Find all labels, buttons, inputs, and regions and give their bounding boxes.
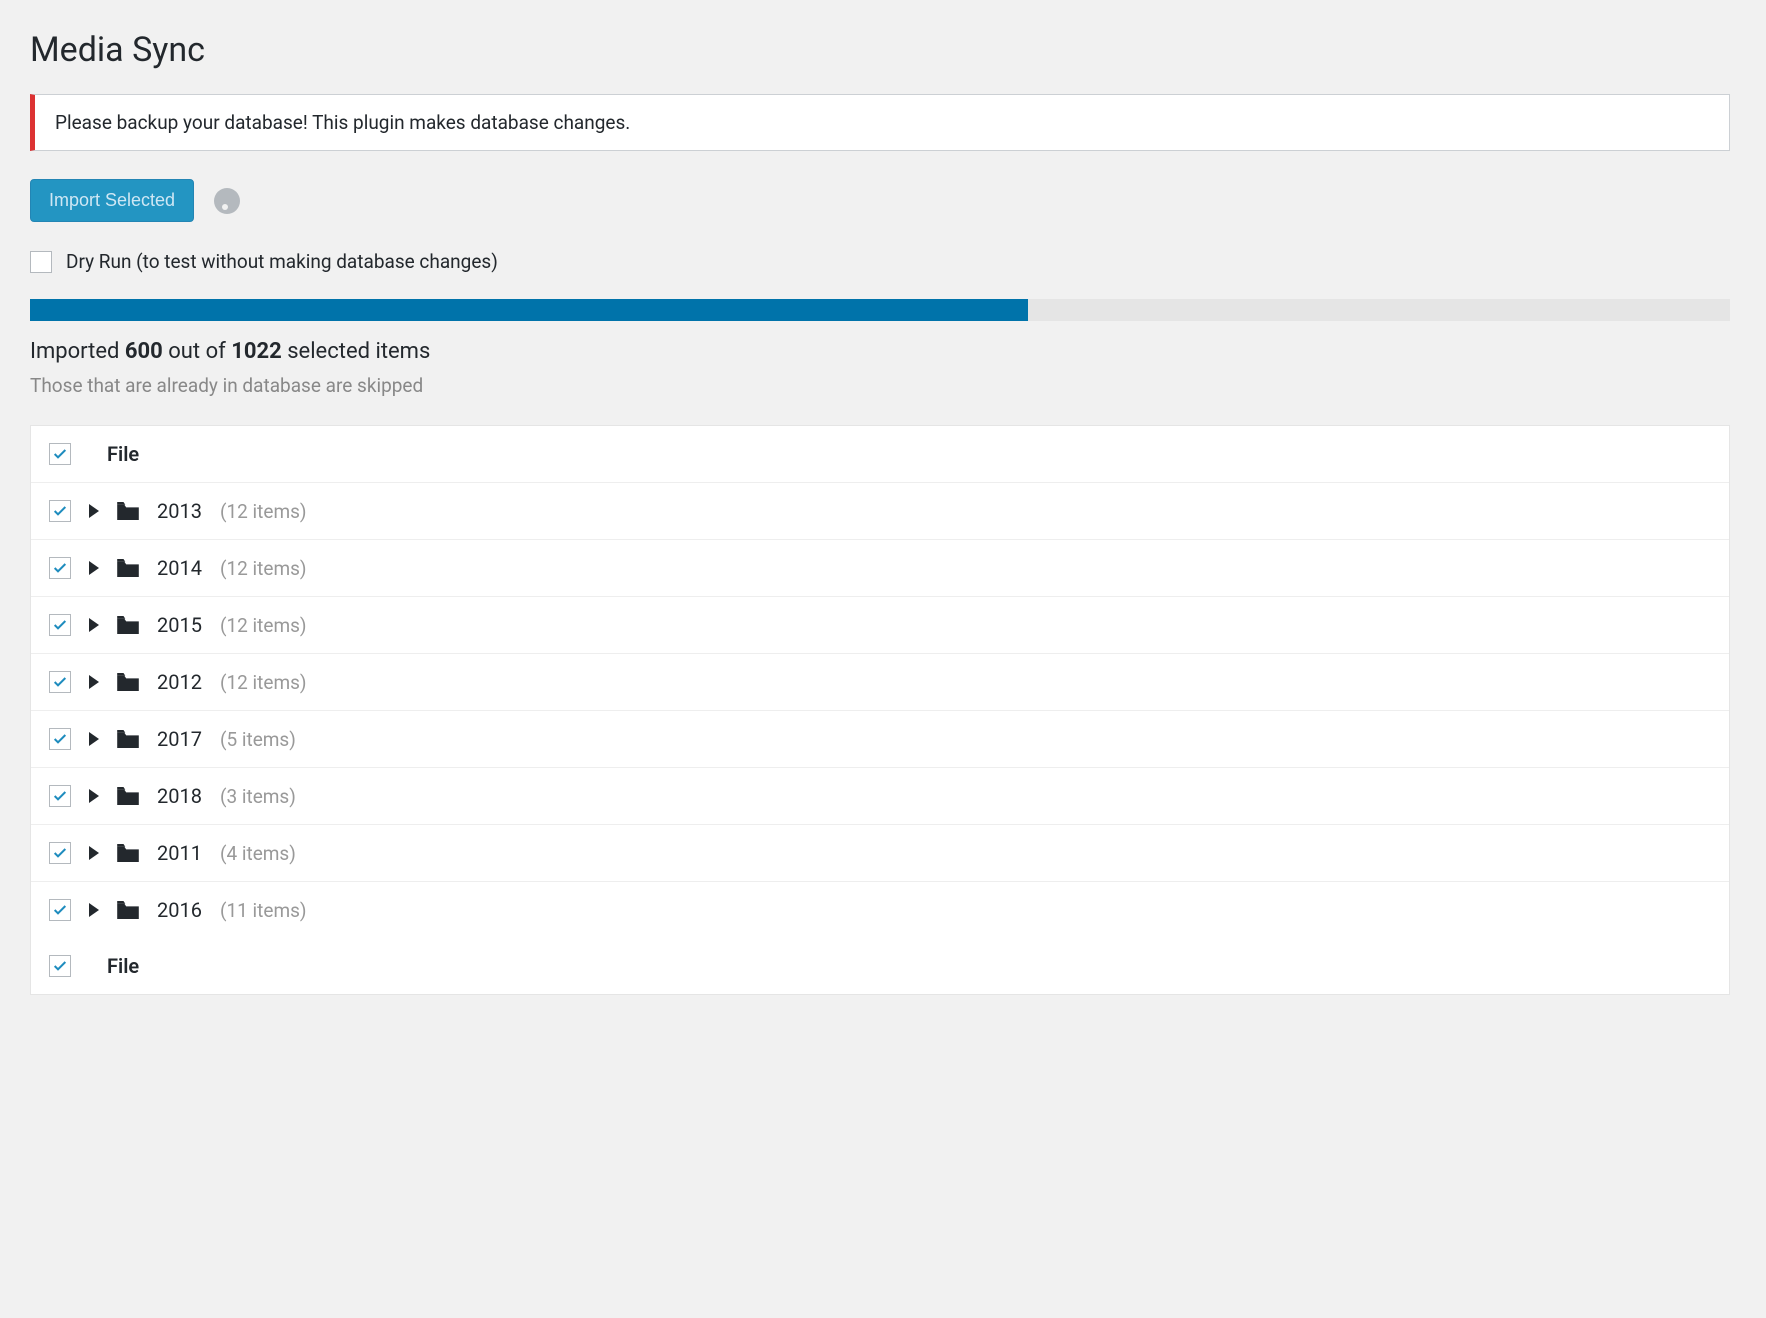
expand-icon[interactable] — [89, 789, 99, 803]
folder-icon — [117, 844, 139, 862]
item-count: (12 items) — [220, 614, 307, 637]
folder-icon — [117, 787, 139, 805]
table-footer: File — [31, 938, 1729, 994]
item-count: (4 items) — [220, 842, 296, 865]
table-row: 2016 (11 items) — [31, 882, 1729, 938]
item-count: (5 items) — [220, 728, 296, 751]
row-checkbox[interactable] — [49, 557, 71, 579]
file-table: File 2013 (12 items) 2014 (12 items) 2015 (12… — [30, 425, 1730, 995]
expand-icon[interactable] — [89, 732, 99, 746]
row-checkbox[interactable] — [49, 842, 71, 864]
folder-icon — [117, 616, 139, 634]
table-row: 2012 (12 items) — [31, 654, 1729, 711]
table-row: 2011 (4 items) — [31, 825, 1729, 882]
folder-name: 2012 — [157, 670, 202, 694]
row-checkbox[interactable] — [49, 500, 71, 522]
row-checkbox[interactable] — [49, 785, 71, 807]
item-count: (3 items) — [220, 785, 296, 808]
folder-name: 2016 — [157, 898, 202, 922]
folder-name: 2011 — [157, 841, 202, 865]
folder-name: 2018 — [157, 784, 202, 808]
status-prefix: Imported — [30, 339, 125, 364]
progress-status: Imported 600 out of 1022 selected items — [30, 339, 1730, 364]
expand-icon[interactable] — [89, 675, 99, 689]
page-title: Media Sync — [30, 30, 1730, 70]
dry-run-checkbox[interactable] — [30, 251, 52, 273]
progress-bar — [30, 299, 1730, 321]
row-checkbox[interactable] — [49, 614, 71, 636]
header-file-label: File — [107, 442, 139, 466]
row-checkbox[interactable] — [49, 728, 71, 750]
folder-icon — [117, 901, 139, 919]
folder-icon — [117, 730, 139, 748]
row-checkbox[interactable] — [49, 671, 71, 693]
select-all-footer-checkbox[interactable] — [49, 955, 71, 977]
skip-note: Those that are already in database are s… — [30, 374, 1730, 397]
footer-file-label: File — [107, 954, 139, 978]
status-mid: out of — [163, 339, 231, 364]
folder-name: 2015 — [157, 613, 202, 637]
row-checkbox[interactable] — [49, 899, 71, 921]
expand-icon[interactable] — [89, 618, 99, 632]
table-row: 2018 (3 items) — [31, 768, 1729, 825]
item-count: (12 items) — [220, 671, 307, 694]
folder-icon — [117, 673, 139, 691]
warning-notice: Please backup your database! This plugin… — [30, 94, 1730, 151]
folder-name: 2013 — [157, 499, 202, 523]
imported-count: 600 — [125, 339, 163, 364]
expand-icon[interactable] — [89, 561, 99, 575]
total-count: 1022 — [231, 339, 282, 364]
folder-icon — [117, 502, 139, 520]
spinner-icon — [214, 188, 240, 214]
folder-name: 2017 — [157, 727, 202, 751]
progress-fill — [30, 299, 1028, 321]
dry-run-label: Dry Run (to test without making database… — [66, 250, 498, 273]
select-all-checkbox[interactable] — [49, 443, 71, 465]
folder-icon — [117, 559, 139, 577]
table-row: 2013 (12 items) — [31, 483, 1729, 540]
import-selected-button[interactable]: Import Selected — [30, 179, 194, 222]
table-row: 2014 (12 items) — [31, 540, 1729, 597]
folder-name: 2014 — [157, 556, 202, 580]
item-count: (12 items) — [220, 557, 307, 580]
item-count: (12 items) — [220, 500, 307, 523]
expand-icon[interactable] — [89, 504, 99, 518]
table-row: 2017 (5 items) — [31, 711, 1729, 768]
warning-text: Please backup your database! This plugin… — [55, 111, 630, 134]
table-row: 2015 (12 items) — [31, 597, 1729, 654]
expand-icon[interactable] — [89, 903, 99, 917]
item-count: (11 items) — [220, 899, 307, 922]
table-header: File — [31, 426, 1729, 483]
expand-icon[interactable] — [89, 846, 99, 860]
status-suffix: selected items — [282, 339, 431, 364]
